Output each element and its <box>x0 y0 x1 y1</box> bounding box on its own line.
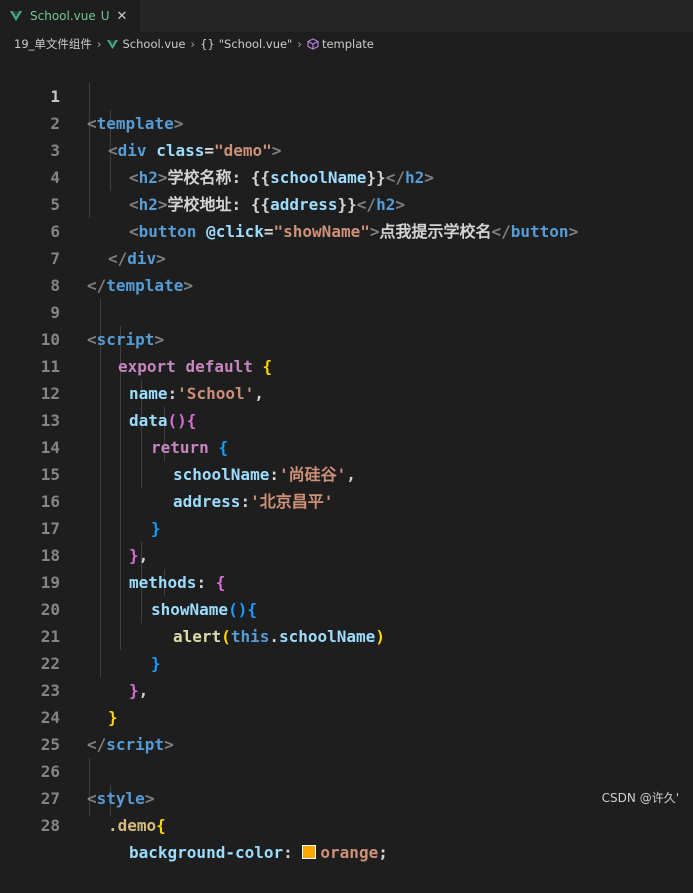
breadcrumb-element[interactable]: template <box>322 37 374 51</box>
code-line: 14 schoolName:'尚硅谷', <box>0 407 693 484</box>
code-line: 6 </div> <box>0 191 693 268</box>
chevron-right-icon: › <box>297 37 302 51</box>
tab-status-badge: U <box>100 9 110 23</box>
code-line: 15 address:'北京昌平' <box>0 434 693 511</box>
code-line: 5 <button @click="showName">点我提示学校名</but… <box>0 164 693 241</box>
code-line: 2 <div class="demo"> <box>0 83 693 160</box>
code-line: 12 data(){ <box>0 353 693 430</box>
line-number: 28 <box>40 816 60 835</box>
code-token: .demo <box>108 816 157 835</box>
code-line: 10 export default { <box>0 299 693 376</box>
vue-logo-icon <box>106 39 118 49</box>
code-line: 27 .demo{ <box>0 758 693 835</box>
code-token: ; <box>378 843 388 862</box>
code-line: 9 <script> <box>0 272 693 349</box>
code-line: 13 return { <box>0 380 693 457</box>
vue-logo-icon <box>10 11 22 21</box>
code-line: 20 alert(this.schoolName) <box>0 569 693 646</box>
code-line: 22 }, <box>0 623 693 700</box>
code-content: .demo{ <box>108 812 166 839</box>
breadcrumb-object[interactable]: "School.vue" <box>219 37 293 51</box>
code-token: background-color <box>129 843 284 862</box>
breadcrumb: 19_单文件组件 › School.vue › {} "School.vue" … <box>0 32 693 56</box>
cube-icon <box>307 38 319 50</box>
breadcrumb-folder[interactable]: 19_单文件组件 <box>14 36 92 52</box>
watermark: CSDN @许久' <box>601 791 679 805</box>
code-editor[interactable]: 1 <template> 2 <div class="demo"> 3 <h2>… <box>0 56 693 862</box>
code-token: orange <box>320 843 379 862</box>
code-line: 1 <template> <box>0 56 693 133</box>
breadcrumb-file[interactable]: School.vue <box>123 37 186 51</box>
code-line: 21 } <box>0 596 693 673</box>
code-line: 24 </script> <box>0 677 693 754</box>
chevron-right-icon: › <box>190 37 196 51</box>
tab-bar: School.vue U ✕ <box>0 0 693 32</box>
tab-school-vue[interactable]: School.vue U ✕ <box>0 0 140 32</box>
code-line: 7 </template> <box>0 218 693 295</box>
code-content: background-color: orange; <box>129 839 388 866</box>
code-line: 16 } <box>0 461 693 538</box>
code-line: 28 background-color: orange; <box>0 785 693 862</box>
tab-file-name: School.vue <box>30 9 96 23</box>
color-swatch[interactable] <box>302 845 317 859</box>
code-line: 25 <box>0 704 693 754</box>
close-icon[interactable]: ✕ <box>117 9 128 24</box>
code-line: 26 <style> <box>0 731 693 808</box>
braces-icon: {} <box>200 37 215 51</box>
code-line: 3 <h2>学校名称: {{schoolName}}</h2> <box>0 110 693 187</box>
code-token: : <box>283 843 293 862</box>
code-token: { <box>156 816 166 835</box>
chevron-right-icon: › <box>96 37 102 51</box>
code-line: 19 showName(){ <box>0 542 693 619</box>
code-line: 4 <h2>学校地址: {{address}}</h2> <box>0 137 693 214</box>
code-line: 17 }, <box>0 488 693 565</box>
code-line: 18 methods: { <box>0 515 693 592</box>
code-line: 23 } <box>0 650 693 727</box>
code-line: 11 name:'School', <box>0 326 693 403</box>
code-line: 8 <box>0 245 693 295</box>
